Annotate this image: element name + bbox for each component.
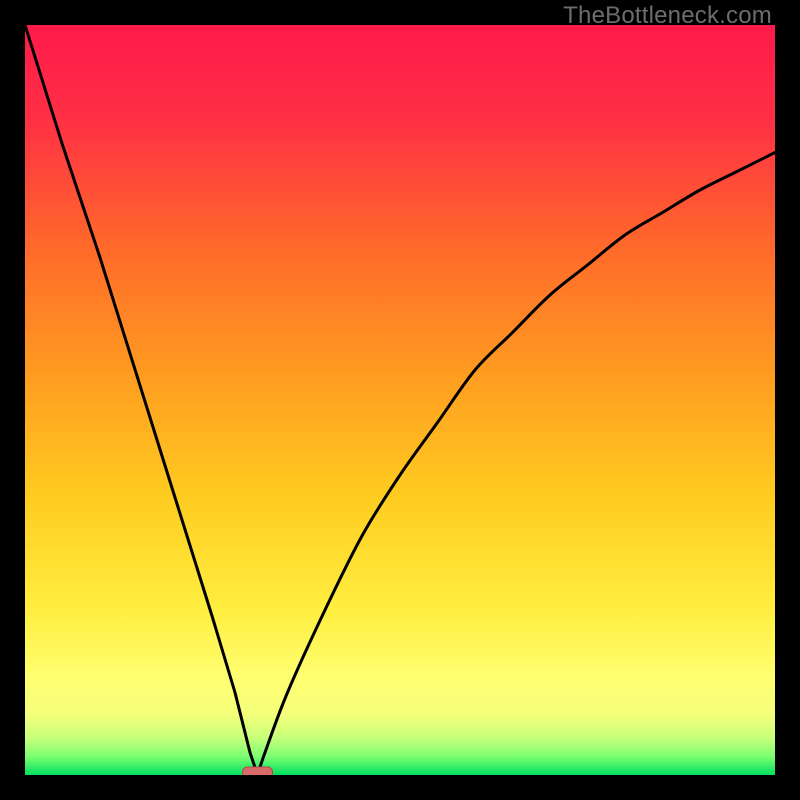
watermark-text: TheBottleneck.com [563, 2, 772, 30]
chart-svg [25, 25, 775, 775]
chart-frame: TheBottleneck.com [0, 0, 800, 800]
gradient-background [25, 25, 775, 775]
plot-area [25, 25, 775, 775]
optimum-marker [243, 767, 273, 775]
